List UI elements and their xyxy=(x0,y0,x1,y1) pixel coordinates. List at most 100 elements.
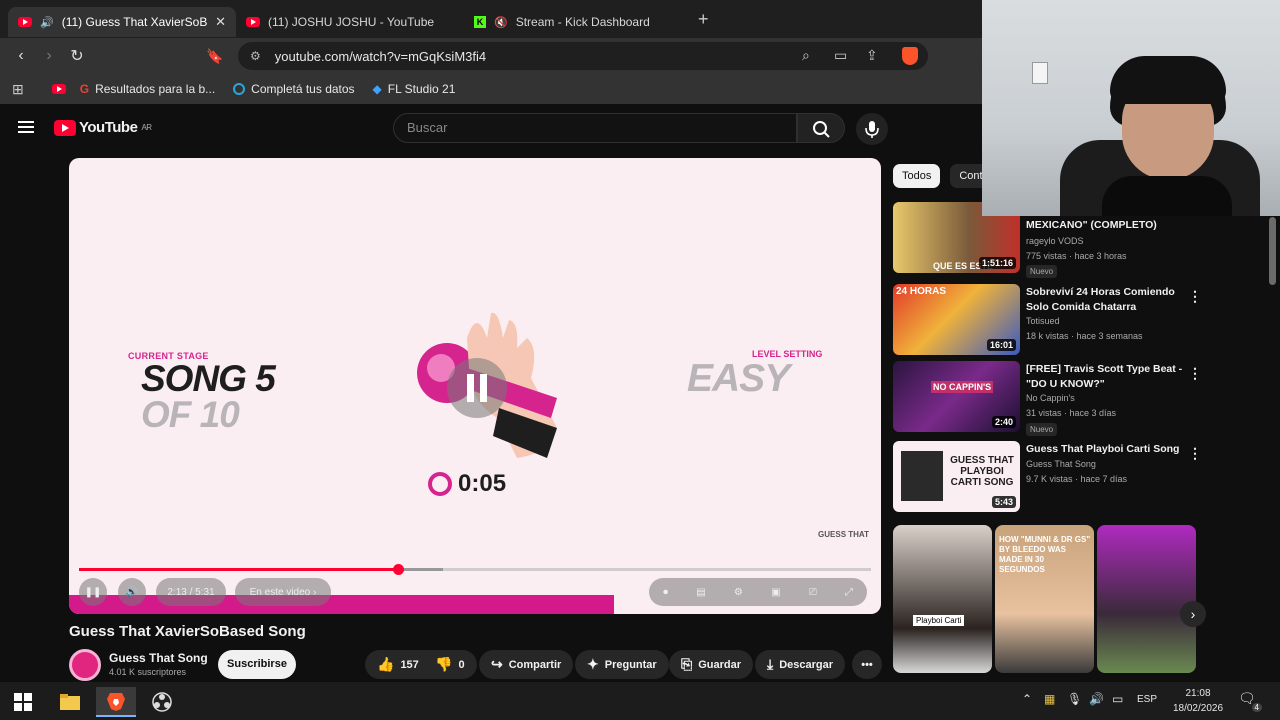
volume-button[interactable]: 🔊 xyxy=(118,578,146,606)
tray-chevron-up-icon[interactable]: ⌃ xyxy=(1022,692,1032,706)
youtube-bookmark-icon[interactable] xyxy=(51,84,66,94)
brave-taskbar-button[interactable] xyxy=(96,687,136,717)
apps-grid-icon[interactable]: ⊞ xyxy=(12,81,24,98)
cast-icon[interactable]: ▭ xyxy=(834,47,847,64)
ask-label: Preguntar xyxy=(604,658,657,671)
tab-joshu[interactable]: (11) JOSHU JOSHU - YouTube xyxy=(236,7,464,37)
download-icon: ⤓ xyxy=(767,656,774,672)
youtube-logo[interactable]: YouTube AR xyxy=(54,119,152,136)
time-display: 2:13 / 5:31 xyxy=(156,578,226,606)
scrubber-handle[interactable] xyxy=(393,564,405,575)
progress-bar[interactable] xyxy=(79,564,871,575)
bookmark-fl-studio[interactable]: ◆ FL Studio 21 xyxy=(373,82,456,96)
more-vertical-icon[interactable]: ⋮ xyxy=(1188,365,1202,382)
address-bar[interactable]: ⚙ youtube.com/watch?v=mGqKsiM3fi4 ⌕ ▭ ⇪ xyxy=(238,42,928,70)
url-text: youtube.com/watch?v=mGqKsiM3fi4 xyxy=(274,48,487,64)
thumbnail[interactable]: GUESS THAT PLAYBOI CARTI SONG 5:43 xyxy=(893,441,1020,512)
album-art xyxy=(901,451,943,501)
channel-name[interactable]: Guess That Song xyxy=(109,651,208,665)
recommendation-item[interactable]: GUESS THAT PLAYBOI CARTI SONG 5:43 Guess… xyxy=(893,441,1253,513)
scrollbar-thumb[interactable] xyxy=(1269,217,1276,285)
pause-button[interactable]: ❚❚ xyxy=(79,578,107,606)
dislike-button[interactable]: 👎 0 xyxy=(425,650,477,679)
shorts-next-button[interactable]: › xyxy=(1180,601,1206,627)
download-button[interactable]: ⤓ Descargar xyxy=(755,650,846,679)
fullscreen-icon[interactable]: ⤢ xyxy=(845,587,853,598)
page-scrollbar[interactable] xyxy=(1266,215,1280,680)
subscribe-button[interactable]: Suscribirse xyxy=(218,650,296,679)
chip-todos[interactable]: Todos xyxy=(893,164,941,188)
back-arrow-icon[interactable]: ‹ xyxy=(7,47,35,65)
site-info-icon[interactable]: ⚙ xyxy=(250,49,261,63)
channel-avatar[interactable] xyxy=(69,649,101,681)
thumbs-down-icon: 👎 xyxy=(435,656,453,672)
cast-icon[interactable]: ⎚ xyxy=(809,587,817,598)
brave-shield-icon[interactable] xyxy=(902,47,918,65)
recommendation-channel[interactable]: No Cappin's xyxy=(1026,393,1075,403)
search-input[interactable]: Buscar xyxy=(393,113,797,143)
recommendation-title[interactable]: Guess That Playboi Carti Song xyxy=(1026,442,1186,457)
forward-arrow-icon[interactable]: › xyxy=(35,47,63,65)
windows-logo-icon xyxy=(14,693,32,711)
close-tab-icon[interactable]: ✕ xyxy=(215,14,226,30)
like-button[interactable]: 👍 157 xyxy=(365,650,429,679)
thumbnail[interactable]: 24 HORAS 16:01 xyxy=(893,284,1020,355)
miniplayer-icon[interactable]: ▣ xyxy=(771,587,780,598)
video-player[interactable]: CURRENT STAGE SONG 5 OF 10 LEVEL SETTING… xyxy=(69,158,881,614)
notifications-button[interactable]: 🗨 4 xyxy=(1238,690,1262,712)
tray-volume-icon[interactable]: 🔊 xyxy=(1089,692,1104,706)
share-button[interactable]: ↪ Compartir xyxy=(479,650,574,679)
more-vertical-icon[interactable]: ⋮ xyxy=(1188,288,1202,305)
reload-icon[interactable]: ↻ xyxy=(63,46,91,66)
bookmark-label: Resultados para la b... xyxy=(95,82,216,96)
search-button[interactable] xyxy=(797,113,845,143)
thumbnail[interactable]: NO CAPPIN'S 2:40 xyxy=(893,361,1020,432)
ask-button[interactable]: ✦ Preguntar xyxy=(575,650,669,679)
more-actions-button[interactable]: ••• xyxy=(852,650,882,679)
settings-gear-icon[interactable]: ⚙ xyxy=(734,587,743,598)
recommendation-item[interactable]: 24 HORAS 16:01 Sobreviví 24 Horas Comien… xyxy=(893,284,1253,356)
bookmark-icon[interactable]: 🔖 xyxy=(201,48,229,65)
bookmark-resultados[interactable]: G Resultados para la b... xyxy=(80,82,215,96)
recommendation-meta: 31 vistas · hace 3 días xyxy=(1026,408,1117,418)
speaker-icon[interactable]: 🔊 xyxy=(40,16,54,29)
short-thumbnail[interactable] xyxy=(1097,525,1196,673)
obs-taskbar-button[interactable] xyxy=(142,687,182,717)
file-explorer-button[interactable] xyxy=(50,687,90,717)
recommendation-title[interactable]: [FREE] Travis Scott Type Beat - "DO U KN… xyxy=(1026,362,1186,392)
recommendation-title[interactable]: Sobreviví 24 Horas Comiendo Solo Comida … xyxy=(1026,285,1186,315)
youtube-header: YouTube AR Buscar xyxy=(0,106,982,152)
short-thumbnail[interactable]: Playboi Carti xyxy=(893,525,992,673)
tab-kick[interactable]: K 🔇 Stream - Kick Dashboard xyxy=(464,7,692,37)
chapter-button[interactable]: En este video › xyxy=(235,578,331,606)
chevron-right-icon: › xyxy=(1190,606,1196,622)
more-vertical-icon[interactable]: ⋮ xyxy=(1188,445,1202,462)
share-icon[interactable]: ⇪ xyxy=(866,47,878,64)
browser-toolbar: ‹ › ↻ 🔖 ⚙ youtube.com/watch?v=mGqKsiM3fi… xyxy=(0,38,982,74)
recommendation-channel[interactable]: Guess That Song xyxy=(1026,459,1096,469)
recommendation-item[interactable]: NO CAPPIN'S 2:40 [FREE] Travis Scott Typ… xyxy=(893,361,1253,436)
tray-microphone-icon[interactable]: 🎙 xyxy=(1067,692,1082,706)
save-button[interactable]: ⎘ Guardar xyxy=(669,650,753,679)
start-button[interactable] xyxy=(3,687,43,717)
tab-guess-that[interactable]: 🔊 (11) Guess That XavierSoBased ✕ xyxy=(8,7,236,37)
hand-microphone-icon xyxy=(417,312,557,458)
bookmark-completa[interactable]: Completá tus datos xyxy=(233,82,355,96)
new-tab-plus-icon[interactable]: + xyxy=(698,9,709,30)
recommendation-channel[interactable]: rageylo VODS xyxy=(1026,236,1084,246)
hamburger-menu-icon[interactable] xyxy=(18,121,34,133)
zoom-icon[interactable]: ⌕ xyxy=(802,47,810,64)
short-thumbnail[interactable]: HOW "MUNNI & DR GS" BY BLEEDO WAS MADE I… xyxy=(995,525,1094,673)
muted-speaker-icon[interactable]: 🔇 xyxy=(494,16,508,29)
language-indicator[interactable]: ESP xyxy=(1137,694,1157,705)
tray-network-icon[interactable]: ▭ xyxy=(1112,692,1123,706)
short-caption: Playboi Carti xyxy=(913,615,965,626)
system-clock[interactable]: 21:08 18/02/2026 xyxy=(1170,686,1226,716)
recommendation-channel[interactable]: Totisued xyxy=(1026,316,1060,326)
tray-app-icon[interactable]: ▦ xyxy=(1044,692,1055,706)
subtitles-icon[interactable]: ▤ xyxy=(696,587,705,598)
duration-badge: 5:43 xyxy=(991,496,1016,508)
recommendation-title[interactable]: MEXICANO" (COMPLETO) xyxy=(1026,218,1186,233)
voice-search-button[interactable] xyxy=(856,113,888,145)
autoplay-toggle-icon[interactable]: ⏺ xyxy=(663,587,668,598)
